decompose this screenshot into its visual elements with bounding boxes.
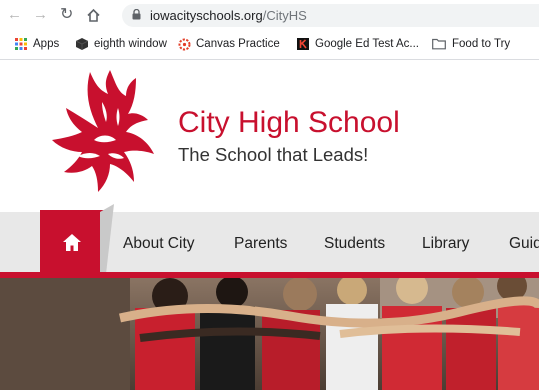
apps-grid-icon xyxy=(15,38,27,50)
school-tagline: The School that Leads! xyxy=(178,144,369,165)
bookmark-google-ed-test[interactable]: Google Ed Test Ac... xyxy=(297,38,419,50)
nav-students[interactable]: Students xyxy=(324,235,385,253)
bookmark-food-to-try[interactable]: Food to Try xyxy=(432,38,510,50)
home-button[interactable] xyxy=(40,210,105,277)
bookmark-label: eighth window xyxy=(94,38,167,50)
home-browser-icon[interactable] xyxy=(86,8,101,23)
bookmark-label: Apps xyxy=(33,38,60,50)
bookmark-label: Canvas Practice xyxy=(196,38,280,50)
k-logo-icon xyxy=(297,38,309,50)
canvas-logo-icon xyxy=(178,38,191,51)
bookmark-label: Google Ed Test Ac... xyxy=(315,38,419,50)
browser-toolbar: ← → ↻ iowacityschools.org/CityHS xyxy=(0,0,539,31)
nav-parents[interactable]: Parents xyxy=(234,235,287,253)
forward-arrow-icon[interactable]: → xyxy=(33,7,48,23)
nav-guidance[interactable]: Guid xyxy=(509,235,539,253)
red-hawk-logo[interactable] xyxy=(38,68,168,196)
tab-shadow xyxy=(100,204,114,274)
back-arrow-icon[interactable]: ← xyxy=(7,7,22,23)
bookmark-eighth-window[interactable]: eighth window xyxy=(75,38,167,50)
home-icon xyxy=(63,234,81,251)
address-bar[interactable]: iowacityschools.org/CityHS xyxy=(122,4,539,27)
hero-team-photo xyxy=(0,278,539,390)
lock-icon xyxy=(132,9,141,20)
bookmark-canvas-practice[interactable]: Canvas Practice xyxy=(178,38,280,51)
reload-icon[interactable]: ↻ xyxy=(60,7,73,23)
dark-cube-icon xyxy=(75,38,89,50)
bookmark-apps[interactable]: Apps xyxy=(15,38,59,50)
nav-about-city[interactable]: About City xyxy=(123,235,195,253)
team-huddle-image xyxy=(0,278,539,390)
bookmark-label: Food to Try xyxy=(452,38,511,50)
folder-icon xyxy=(432,38,446,50)
bookmarks-bar: Apps eighth window Canvas Practice Googl… xyxy=(0,31,539,60)
school-name[interactable]: City High School xyxy=(178,106,400,140)
url-text: iowacityschools.org/CityHS xyxy=(150,8,307,23)
nav-library[interactable]: Library xyxy=(422,235,469,253)
